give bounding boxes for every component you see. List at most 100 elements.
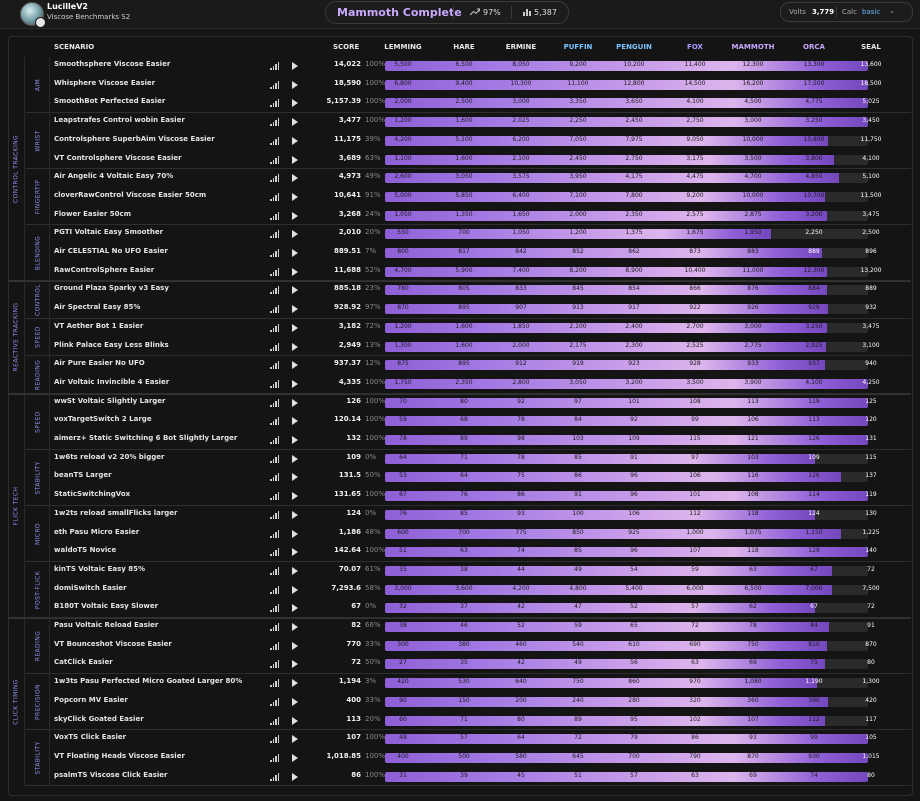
scenario-name[interactable]: RawControlSphere Easier (54, 266, 154, 274)
play-icon[interactable] (292, 697, 298, 706)
table-row[interactable]: StaticSwitchingVox 131.65 100% 67 76 86 91 96 10… (0, 487, 920, 505)
leaderboard-icon[interactable] (270, 99, 280, 108)
play-icon[interactable] (292, 623, 298, 631)
table-row[interactable]: PGTI Voltaic Easy Smoother 2,010 20% 550 700… (0, 225, 920, 243)
leaderboard-icon[interactable] (270, 623, 280, 631)
play-icon[interactable] (292, 323, 298, 332)
scenario-name[interactable]: Popcorn MV Easier (54, 696, 128, 704)
scenario-name[interactable]: Flower Easier 50cm (54, 210, 131, 218)
leaderboard-icon[interactable] (270, 211, 280, 220)
leaderboard-icon[interactable] (270, 249, 280, 257)
scenario-name[interactable]: VoxTS Click Easier (54, 733, 126, 741)
leaderboard-icon[interactable] (270, 361, 280, 370)
leaderboard-icon[interactable] (270, 735, 280, 744)
leaderboard-icon[interactable] (270, 155, 280, 164)
table-row[interactable]: Leapstrafes Control wobin Easier 3,477 100… (0, 113, 920, 131)
play-icon[interactable] (292, 62, 298, 70)
leaderboard-icon[interactable] (270, 660, 280, 669)
scenario-name[interactable]: Ground Plaza Sparky v3 Easy (54, 284, 169, 292)
table-row[interactable]: cloverRawControl Viscose Easier 50cm 10,6… (0, 188, 920, 206)
table-row[interactable]: VT Controlsphere Viscose Easier 3,689 63% 1… (0, 151, 920, 169)
table-row[interactable]: VT Aether Bot 1 Easier 3,182 72% 1,200 1,600… (0, 319, 920, 337)
play-icon[interactable] (292, 753, 298, 762)
scenario-name[interactable]: 1w3ts Pasu Perfected Micro Goated Larger… (54, 677, 242, 685)
table-row[interactable]: Air Spectral Easy 85% 928.92 97% 870 895 907 9… (0, 300, 920, 318)
table-row[interactable]: RawControlSphere Easier 11,688 52% 4,700 5,9… (0, 263, 920, 281)
scenario-name[interactable]: B180T Voltaic Easy Slower (54, 602, 158, 610)
leaderboard-icon[interactable] (270, 510, 280, 519)
table-row[interactable]: skyClick Goated Easier 113 20% 60 71 80 89 95 10… (0, 712, 920, 730)
scenario-name[interactable]: Air Pure Easier No UFO (54, 359, 145, 367)
scenario-name[interactable]: kinTS Voltaic Easy 85% (54, 565, 145, 573)
table-row[interactable]: kinTS Voltaic Easy 85% 70.07 61% 35 38 44 49 54… (0, 562, 920, 580)
play-icon[interactable] (292, 379, 298, 388)
play-icon[interactable] (292, 716, 298, 725)
play-icon[interactable] (292, 99, 298, 108)
table-row[interactable]: waldoTS Novice 142.64 100% 51 63 74 85 96 107 118… (0, 543, 920, 561)
table-row[interactable]: beanTS Larger 131.5 50% 53 64 75 86 96 106 116 126… (0, 468, 920, 486)
scenario-name[interactable]: CatClick Easier (54, 658, 113, 666)
play-icon[interactable] (292, 473, 298, 482)
leaderboard-icon[interactable] (270, 716, 280, 725)
leaderboard-icon[interactable] (270, 379, 280, 388)
table-row[interactable]: Air Angelic 4 Voltaic Easy 70% 4,973 49% 2,… (0, 169, 920, 187)
table-row[interactable]: Air CELESTIAL No UFO Easier 889.51 7% 800 81… (0, 244, 920, 262)
table-row[interactable]: Plink Palace Easy Less Blinks 2,949 13% 1,3… (0, 338, 920, 356)
scenario-name[interactable]: Whisphere Viscose Easier (54, 79, 155, 87)
scenario-name[interactable]: Air Voltaic Invincible 4 Easier (54, 378, 169, 386)
scenario-name[interactable]: Pasu Voltaic Reload Easier (54, 621, 158, 629)
play-icon[interactable] (292, 510, 298, 519)
play-icon[interactable] (292, 136, 298, 145)
scenario-name[interactable]: domiSwitch Easier (54, 584, 127, 592)
table-row[interactable]: wwSt Voltaic Slightly Larger 126 100% 70 80 9… (0, 394, 920, 412)
table-row[interactable]: VoxTS Click Easier 107 100% 48 57 64 72 79 86 93 9… (0, 730, 920, 748)
play-icon[interactable] (292, 155, 298, 164)
leaderboard-icon[interactable] (270, 267, 280, 276)
play-icon[interactable] (292, 398, 298, 407)
scenario-name[interactable]: Air Angelic 4 Voltaic Easy 70% (54, 172, 173, 180)
leaderboard-icon[interactable] (270, 286, 280, 295)
play-icon[interactable] (292, 80, 298, 89)
table-row[interactable]: Flower Easier 50cm 3,268 24% 1,050 1,350 1,65… (0, 207, 920, 225)
table-row[interactable]: Whisphere Viscose Easier 18,590 100% 6,800 9… (0, 76, 920, 94)
leaderboard-icon[interactable] (270, 454, 280, 463)
table-row[interactable]: eth Pasu Micro Easier 1,186 48% 600 700 775 85… (0, 525, 920, 543)
play-icon[interactable] (292, 192, 298, 201)
leaderboard-icon[interactable] (270, 230, 280, 239)
scenario-name[interactable]: waldoTS Novice (54, 546, 116, 554)
scenario-name[interactable]: cloverRawControl Viscose Easier 50cm (54, 191, 206, 199)
scenario-name[interactable]: PGTI Voltaic Easy Smoother (54, 228, 163, 236)
scenario-name[interactable]: eth Pasu Micro Easier (54, 528, 139, 536)
play-icon[interactable] (292, 735, 298, 744)
play-icon[interactable] (292, 660, 298, 669)
leaderboard-icon[interactable] (270, 174, 280, 183)
table-row[interactable]: Pasu Voltaic Reload Easier 82 66% 38 46 52 59 6… (0, 618, 920, 636)
leaderboard-icon[interactable] (270, 566, 280, 575)
scenario-name[interactable]: skyClick Goated Easier (54, 715, 144, 723)
table-row[interactable]: CatClick Easier 72 50% 27 35 42 49 56 63 69 75 80 (0, 655, 920, 673)
scenario-name[interactable]: wwSt Voltaic Slightly Larger (54, 397, 165, 405)
leaderboard-icon[interactable] (270, 548, 280, 557)
play-icon[interactable] (292, 361, 298, 370)
scenario-name[interactable]: Leapstrafes Control wobin Easier (54, 116, 185, 124)
play-icon[interactable] (292, 118, 298, 127)
scenario-name[interactable]: aimerz+ Static Switching 6 Bot Slightly … (54, 434, 237, 442)
play-icon[interactable] (292, 492, 298, 501)
leaderboard-icon[interactable] (270, 305, 280, 314)
play-icon[interactable] (292, 436, 298, 444)
volts-calc-control[interactable]: Volts 3,779 Calc basic ⌄ (780, 2, 913, 22)
play-icon[interactable] (292, 641, 298, 650)
scenario-name[interactable]: 1w2ts reload smallFlicks larger (54, 509, 178, 517)
table-row[interactable]: domiSwitch Easier 7,293.6 58% 3,000 3,600 4,2… (0, 581, 920, 599)
play-icon[interactable] (292, 249, 298, 257)
play-icon[interactable] (292, 454, 298, 463)
play-icon[interactable] (292, 286, 298, 295)
play-icon[interactable] (292, 230, 298, 239)
scenario-name[interactable]: Plink Palace Easy Less Blinks (54, 341, 169, 349)
scenario-name[interactable]: Smoothsphere Viscose Easier (54, 60, 170, 68)
table-row[interactable]: psalmTS Viscose Click Easier 86 100% 31 39 45… (0, 768, 920, 786)
scenario-name[interactable]: VT Bounceshot Viscose Easier (54, 640, 172, 648)
leaderboard-icon[interactable] (270, 679, 280, 688)
play-icon[interactable] (292, 772, 298, 781)
play-icon[interactable] (292, 548, 298, 557)
